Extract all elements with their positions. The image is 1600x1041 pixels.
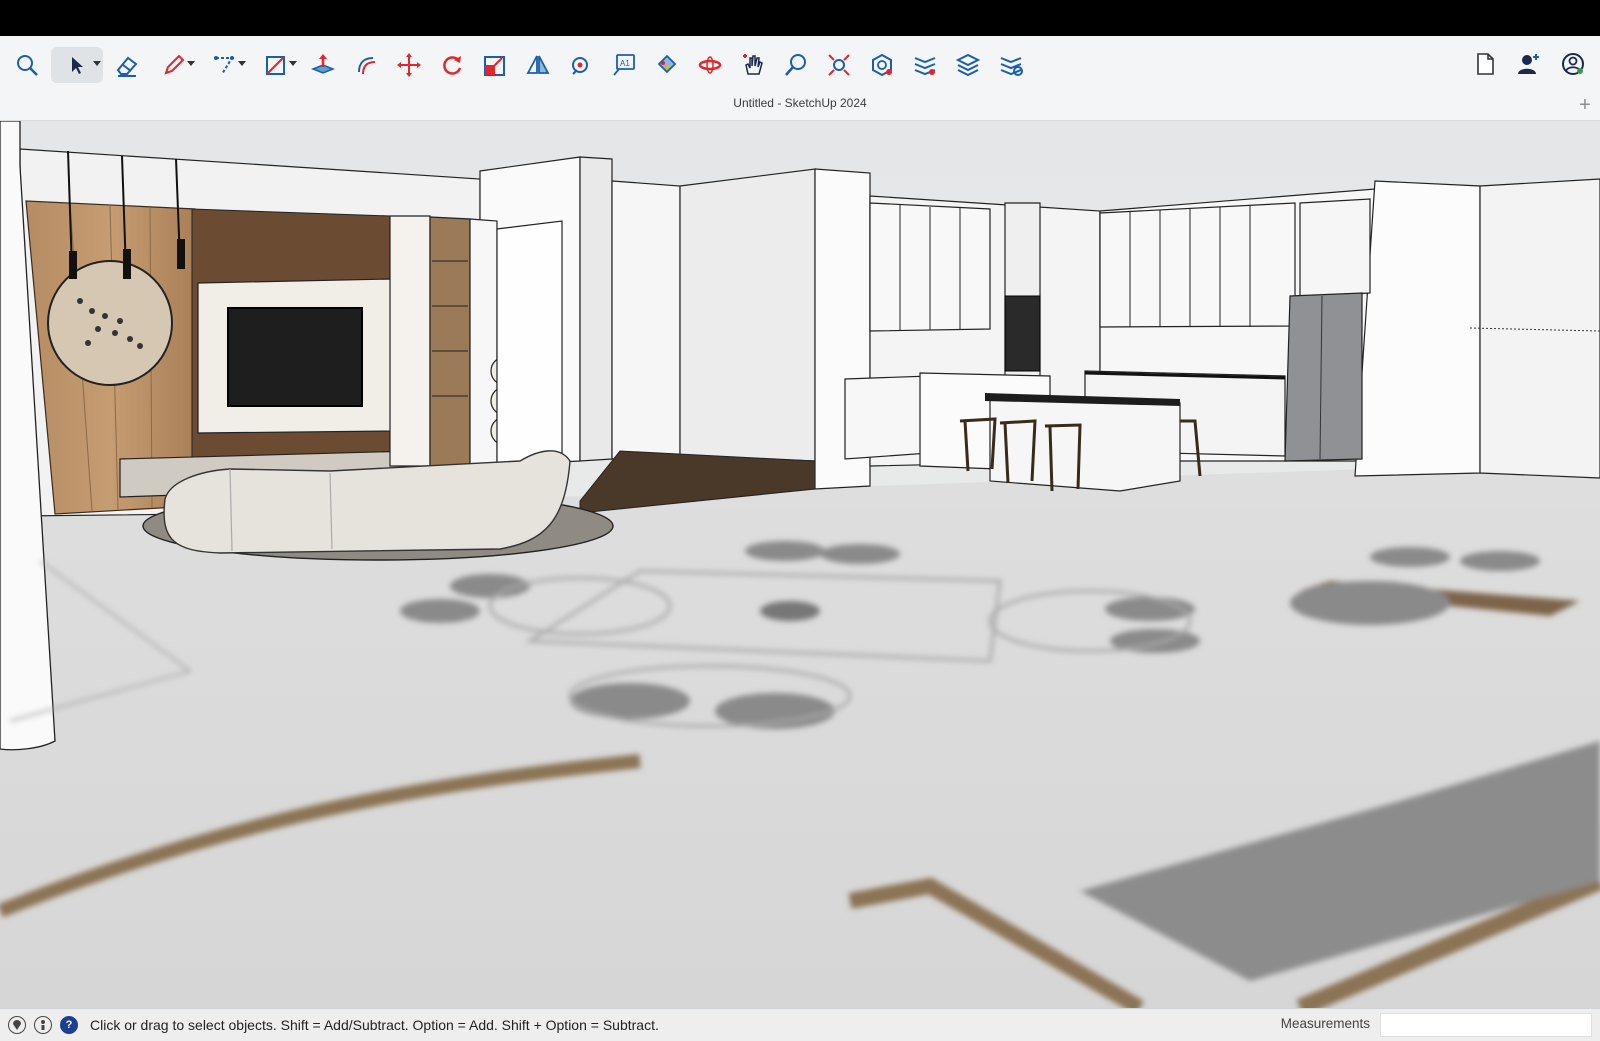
search-tool-button[interactable] [8,47,46,83]
geolocation-icon[interactable] [8,1016,26,1034]
person-info-icon [41,1020,45,1030]
zoom-extents-icon [828,54,850,76]
rotate-icon [443,56,462,75]
scale-tool-button[interactable] [476,47,514,83]
arc-icon [214,56,234,75]
offset-icon [358,57,376,75]
flip-tool-button[interactable] [519,47,557,83]
document-icon [1477,53,1494,75]
tool-group: A1 [8,46,1035,84]
tape-measure-icon [572,57,588,75]
account-button[interactable] [1554,46,1592,82]
add-user-icon [1518,54,1539,74]
svg-text:A1: A1 [620,59,630,68]
credits-icon[interactable] [34,1016,52,1034]
components-icon [872,53,892,77]
offset-tool-button[interactable] [347,47,385,83]
measurements-input[interactable] [1380,1013,1592,1037]
push-pull-icon [310,54,336,74]
orbit-tool-button[interactable] [691,47,729,83]
document-title: Untitled - SketchUp 2024 [733,96,867,110]
shape-dropdown-caret[interactable] [289,61,297,66]
scene-drawing [0,121,1600,1008]
paint-bucket-icon [657,54,677,74]
line-tool-button[interactable] [151,47,197,83]
rotate-tool-button[interactable] [433,47,471,83]
layers-icon [955,53,981,77]
television [227,307,363,407]
layers-tool-button[interactable] [949,47,987,83]
add-tab-button[interactable]: + [1570,90,1600,120]
shape-tool-button[interactable] [253,47,299,83]
account-icon [1562,53,1584,75]
arc-dropdown-caret[interactable] [238,61,246,66]
zoom-tool-button[interactable] [777,47,815,83]
zoom-extents-tool-button[interactable] [820,47,858,83]
pan-tool-button[interactable] [734,47,772,83]
pencil-icon [164,54,185,75]
status-message: Click or drag to select objects. Shift =… [90,1017,659,1033]
flip-icon [526,55,550,74]
tape-measure-tool-button[interactable] [562,47,600,83]
collaborate-button[interactable] [1510,46,1548,82]
refrigerator [1284,292,1363,462]
text-icon: A1 [613,54,635,76]
styles-icon [1000,57,1023,76]
hand-icon [743,54,763,75]
help-icon[interactable]: ? [60,1016,78,1034]
status-bar: ? Click or drag to select objects. Shift… [0,1008,1600,1041]
new-document-button[interactable] [1466,46,1504,82]
tags-tool-button[interactable] [906,47,944,83]
select-tool-button[interactable] [51,47,103,83]
arc-tool-button[interactable] [202,47,248,83]
3d-viewport[interactable] [0,121,1600,1008]
magnifier-icon [17,55,38,76]
eraser-icon [116,56,138,77]
components-tool-button[interactable] [863,47,901,83]
orbit-icon [698,56,722,74]
text-tool-button[interactable]: A1 [605,47,643,83]
paint-bucket-tool-button[interactable] [648,47,686,83]
move-tool-button[interactable] [390,47,428,83]
select-dropdown-caret[interactable] [93,61,101,66]
doorway [496,220,563,467]
rectangle-icon [266,56,285,75]
move-arrows-icon [397,53,421,77]
measurements-label: Measurements [1280,1016,1370,1031]
eraser-tool-button[interactable] [108,47,146,83]
zoom-icon [785,54,806,76]
right-tool-group [1460,46,1592,82]
main-toolbar: A1 Untitled - SketchUp 2024 + [0,36,1600,121]
scale-icon [484,56,505,76]
push-pull-tool-button[interactable] [304,47,342,83]
arrow-cursor-icon [72,57,83,74]
tags-icon [914,57,936,76]
styles-tool-button[interactable] [992,47,1030,83]
macos-title-strip [0,0,1600,36]
line-dropdown-caret[interactable] [187,61,195,66]
location-pin-icon [13,1020,21,1030]
